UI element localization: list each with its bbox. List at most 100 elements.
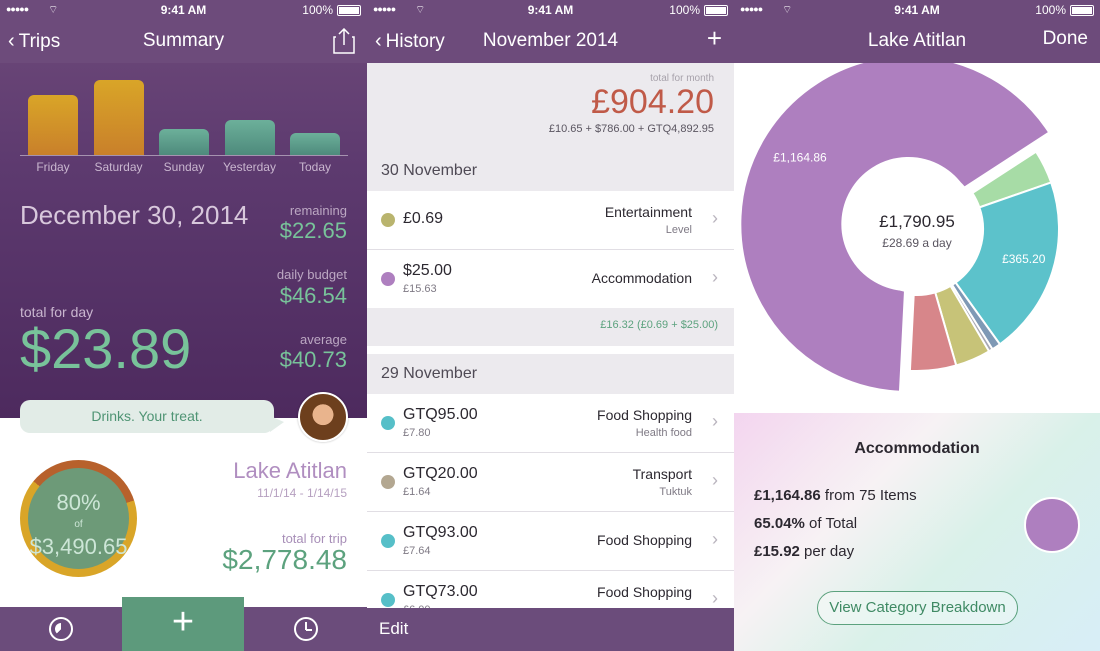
expense-detail: Level [665, 224, 692, 236]
category-color-swatch [1024, 497, 1080, 553]
history-screen: ●●●●● ⌔ 9:41 AM 100% ‹ History November 2… [367, 0, 734, 651]
day-bar[interactable] [224, 120, 275, 155]
expense-category: Entertainment [604, 204, 692, 220]
expense-converted: £15.63 [403, 283, 437, 295]
page-title: Summary [142, 30, 225, 51]
chevron-right-icon: › [712, 470, 718, 490]
total-for-day-value: $23.89 [20, 317, 192, 380]
expense-row[interactable]: $25.00 £15.63 Accommodation › [367, 250, 734, 309]
day-bar[interactable] [290, 133, 340, 155]
pie-slice-label: £1,164.86 [773, 151, 827, 165]
chevron-right-icon: › [712, 588, 718, 608]
note-bubble[interactable]: Drinks. Your treat. [20, 400, 284, 433]
category-dot [381, 475, 395, 489]
day-bar-label: Today [298, 160, 332, 174]
chevron-right-icon: › [712, 529, 718, 549]
battery-icon [704, 5, 728, 16]
expense-category: Transport [632, 466, 692, 482]
tab-history[interactable] [245, 607, 367, 651]
status-bar: ●●●●● ⌔ 9:41 AM 100% [734, 0, 1100, 20]
expense-amount: GTQ73.00 [403, 583, 478, 600]
remaining-label: remaining [289, 203, 347, 218]
add-icon[interactable]: + [707, 23, 722, 54]
expense-converted: £7.64 [403, 545, 431, 557]
day-bar[interactable] [28, 95, 78, 155]
nav-bar: ‹ Trips Summary [0, 20, 367, 63]
expense-row[interactable]: £0.69 Entertainment Level › [367, 191, 734, 250]
month-breakdown: £10.65 + $786.00 + GTQ4,892.95 [548, 123, 714, 135]
nav-bar: ‹ History November 2014 + [367, 20, 734, 63]
expense-amount: $25.00 [403, 262, 452, 279]
battery-icon [337, 5, 361, 16]
bottom-toolbar: Edit [367, 608, 734, 651]
add-expense-button[interactable]: + [122, 597, 244, 651]
category-per-day: £15.92 [754, 543, 800, 560]
expense-category: Food Shopping [597, 584, 692, 600]
category-percent-suffix: of Total [804, 515, 858, 532]
view-category-breakdown-button[interactable]: View Category Breakdown [817, 591, 1018, 625]
day-bar-label: Saturday [94, 160, 143, 174]
battery-percent: 100% [669, 3, 700, 17]
done-button[interactable]: Done [1043, 28, 1088, 50]
category-amount-line: £1,164.86 from 75 Items [754, 487, 917, 504]
daily-spend-bar-chart [20, 63, 348, 156]
expense-row[interactable]: GTQ20.00 £1.64 Transport Tuktuk › [367, 453, 734, 512]
budget-of-label: of [74, 519, 83, 530]
expense-amount: £0.69 [403, 210, 444, 227]
status-bar: ●●●●● ⌔ 9:41 AM 100% [0, 0, 367, 20]
pie-slice-label: £365.20 [1002, 252, 1046, 266]
budget-total: $3,490.65 [29, 534, 128, 559]
chevron-right-icon: › [712, 267, 718, 287]
category-pie-area: £1,164.86 £365.20 £1,790.95 £28.69 a day [734, 55, 1100, 413]
summary-screen: ●●●●● ⌔ 9:41 AM 100% ‹ Trips Summary Frid… [0, 0, 367, 651]
day-bar[interactable] [93, 80, 144, 155]
edit-button[interactable]: Edit [379, 619, 408, 639]
section-header: 30 November [367, 151, 734, 191]
average-value: $40.73 [279, 347, 347, 372]
day-bar[interactable] [159, 129, 209, 155]
category-daily-line: £15.92 per day [754, 543, 854, 560]
category-dot [381, 593, 395, 607]
avatar[interactable] [298, 392, 348, 442]
category-amount: £1,164.86 [754, 487, 821, 504]
trip-name[interactable]: Lake Atitlan [233, 458, 347, 484]
expense-amount: GTQ93.00 [403, 524, 478, 541]
expense-amount: GTQ95.00 [403, 406, 478, 423]
month-summary: total for month £904.20 £10.65 + $786.00… [367, 63, 734, 151]
expense-amount: GTQ20.00 [403, 465, 478, 482]
expense-row[interactable]: GTQ93.00 £7.64 Food Shopping › [367, 512, 734, 571]
share-icon[interactable] [333, 27, 355, 60]
expense-category: Food Shopping [597, 532, 692, 548]
expense-detail: Tuktuk [659, 486, 692, 498]
tab-summary[interactable] [0, 607, 122, 651]
daily-budget-label: daily budget [276, 267, 347, 282]
pie-center-per-day: £28.69 a day [882, 236, 951, 250]
category-share-line: 65.04% of Total [754, 515, 857, 532]
pie-center-total: £1,790.95 [879, 212, 955, 231]
current-date: December 30, 2014 [20, 200, 249, 230]
trip-dates: 11/1/14 - 1/14/15 [257, 486, 347, 500]
category-detail-panel: Accommodation £1,164.86 from 75 Items 65… [734, 413, 1100, 651]
expense-category: Food Shopping [597, 407, 692, 423]
category-dot [381, 213, 395, 227]
daily-budget-value: $46.54 [279, 283, 347, 308]
average-label: average [300, 332, 347, 347]
expense-row[interactable]: GTQ95.00 £7.80 Food Shopping Health food… [367, 394, 734, 453]
budget-ring[interactable]: 80% of $3,490.65 [20, 460, 137, 577]
category-pie-chart[interactable]: £1,164.86 £365.20 £1,790.95 £28.69 a day [734, 55, 1100, 413]
day-total-value: £16.32 (£0.69 + $25.00) [600, 319, 718, 331]
status-bar: ●●●●● ⌔ 9:41 AM 100% [367, 0, 734, 20]
trip-total-value: $2,778.48 [222, 544, 347, 575]
chevron-right-icon: › [712, 411, 718, 431]
nav-bar: Lake Atitlan Done [734, 20, 1100, 63]
pie-timer-icon [49, 617, 73, 641]
battery-percent: 100% [1035, 3, 1066, 17]
expense-converted: £1.64 [403, 486, 431, 498]
category-percent: 65.04% [754, 515, 805, 532]
battery-icon [1070, 5, 1094, 16]
category-item-count: from 75 Items [820, 487, 917, 504]
section-header: 29 November [367, 354, 734, 394]
plus-icon: + [171, 601, 195, 643]
remaining-value: $22.65 [279, 218, 347, 243]
clock-icon [294, 617, 318, 641]
